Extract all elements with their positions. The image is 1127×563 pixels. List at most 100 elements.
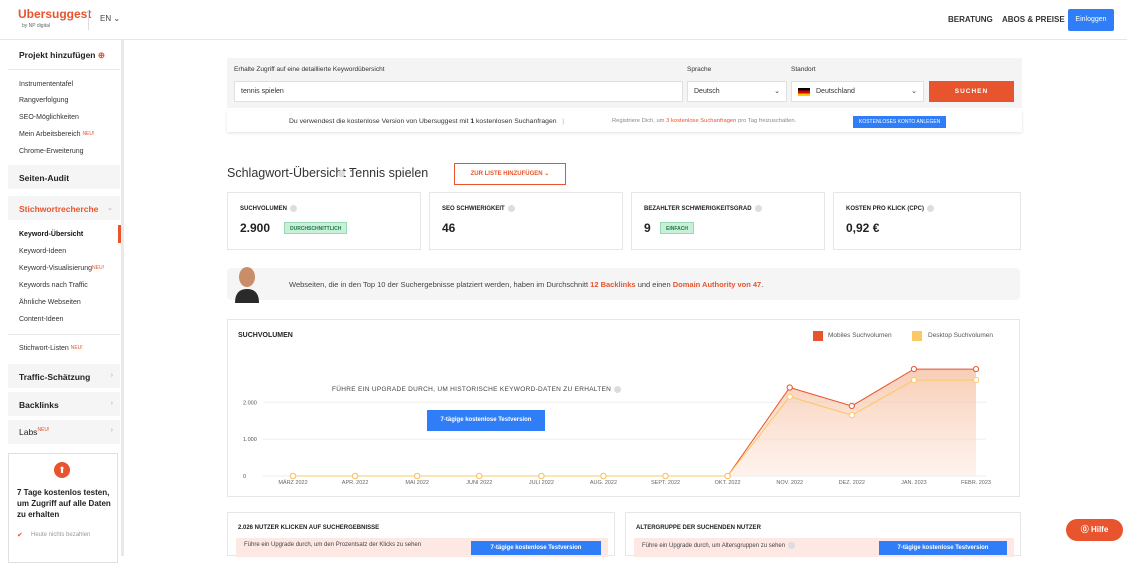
y-tick-label: 0 (243, 474, 246, 480)
location-value: Deutschland (816, 88, 855, 95)
page-title: Schlagwort-Übersicht : (227, 166, 353, 180)
data-point (910, 377, 918, 384)
sidebar-item-keyword-overview[interactable]: Keyword-Übersicht (19, 231, 83, 238)
metric-label: BEZAHLTER SCHWIERIGKEITSGRAD (644, 205, 762, 212)
sidebar-labs-label[interactable]: LabsNEU! (19, 427, 49, 437)
sidebar-item-keyword-visualization[interactable]: Keyword-VisualisierungNEU! (19, 265, 104, 272)
sidebar-item-workspace[interactable]: Mein Arbeitsbereich NEU! (19, 131, 94, 138)
plus-circle-icon[interactable]: ⊕ (98, 50, 105, 60)
help-button[interactable]: ⓪ Hilfe (1066, 519, 1123, 541)
search-panel: Erhalte Zugriff auf eine detaillierte Ke… (227, 58, 1022, 108)
language-label: Sprache (687, 66, 712, 73)
nav-abos-preise[interactable]: ABOS & PREISE (1002, 15, 1065, 24)
language-selector[interactable]: EN ⌄ (100, 14, 120, 23)
info-icon[interactable] (927, 205, 934, 212)
sidebar-item-rank-tracking[interactable]: Rangverfolgung (19, 97, 68, 104)
y-tick-label: 1.000 (243, 437, 257, 443)
data-point (351, 472, 359, 480)
upgrade-box[interactable]: ⬆ 7 Tage kostenlos testen, um Zugriff au… (8, 453, 118, 563)
metric-label: SUCHVOLUMEN (240, 205, 298, 212)
upgrade-note: Heute nichts bezahlen (31, 532, 91, 538)
sidebar-item-dashboard[interactable]: Instrumententafel (19, 81, 73, 88)
location-label: Standort (791, 66, 816, 73)
notice-register-text: Registriere Dich, um 3 kostenlose Suchan… (612, 118, 797, 124)
search-button[interactable]: SUCHEN (929, 81, 1014, 102)
add-to-list-button[interactable]: ZUR LISTE HINZUFÜGEN ⌄ (454, 163, 566, 185)
sidebar-item-seo-opportunities[interactable]: SEO-Möglichkeiten (19, 114, 79, 121)
new-badge: NEU! (82, 131, 95, 137)
info-icon[interactable] (614, 386, 622, 393)
chevron-down-icon[interactable]: ⌄ (107, 204, 113, 212)
sidebar-keyword-research-label[interactable]: Stichwortrecherche (19, 204, 98, 214)
language-select[interactable]: Deutsch ⌄ (687, 81, 787, 102)
age-upgrade-message: Führe ein Upgrade durch, um Altersgruppe… (642, 542, 796, 549)
location-select[interactable]: Deutschland ⌄ (791, 81, 924, 102)
trial-button[interactable]: 7-tägige kostenlose Testversion (879, 541, 1007, 555)
data-point (848, 412, 855, 419)
logo[interactable]: Ubersuggest (18, 7, 91, 21)
sidebar-item-keyword-lists[interactable]: Stichwort-Listen NEU! (19, 345, 83, 352)
keyword-input[interactable]: tennis spielen (234, 81, 683, 102)
new-badge: NEU! (70, 345, 83, 351)
data-point (476, 472, 483, 480)
new-badge: NEU! (92, 265, 104, 271)
nav-beratung[interactable]: BERATUNG (948, 15, 993, 24)
data-point (972, 377, 980, 384)
metric-value: 0,92 € (846, 221, 880, 235)
y-tick-label: 2.000 (243, 400, 257, 406)
trial-button[interactable]: 7-tägige kostenlose Testversion (471, 541, 601, 555)
sidebar-site-audit-label[interactable]: Seiten-Audit (19, 173, 69, 183)
data-point (600, 472, 607, 480)
sidebar-traffic-label[interactable]: Traffic-Schätzung (19, 372, 90, 382)
trial-button[interactable]: 7-tägige kostenlose Testversion (427, 410, 545, 431)
metric-value: 9 (644, 221, 651, 235)
x-tick-label: APR. 2022 (342, 480, 369, 486)
data-point (724, 472, 731, 480)
x-tick-label: AUG. 2022 (590, 480, 617, 486)
sidebar-backlinks-label[interactable]: Backlinks (19, 400, 59, 410)
sidebar-item-keywords-by-traffic[interactable]: Keywords nach Traffic (19, 282, 88, 289)
arrow-up-icon: ⬆ (54, 462, 70, 478)
search-label: Erhalte Zugriff auf eine detaillierte Ke… (234, 66, 385, 73)
metric-card-search-volume: SUCHVOLUMEN 2.900 DURCHSCHNITTLICH (227, 192, 421, 250)
new-badge: NEU! (37, 427, 50, 433)
chevron-right-icon[interactable]: › (111, 400, 113, 407)
status-badge: DURCHSCHNITTLICH (284, 222, 348, 234)
sidebar-item-content-ideas[interactable]: Content-Ideen (19, 316, 63, 323)
x-tick-label: FEBR. 2023 (961, 480, 991, 486)
logo-subtitle: by NP digital (22, 23, 50, 29)
sidebar-item-keyword-ideas[interactable]: Keyword-Ideen (19, 248, 66, 255)
chevron-right-icon[interactable]: › (111, 372, 113, 379)
sidebar-item-chrome-extension[interactable]: Chrome-Erweiterung (19, 148, 84, 155)
info-icon[interactable] (507, 205, 515, 212)
sidebar-item-similar-websites[interactable]: Ähnliche Webseiten (19, 299, 81, 306)
info-icon[interactable] (754, 205, 762, 212)
x-tick-label: MÄRZ 2022 (278, 479, 307, 486)
clicks-panel: 2.026 NUTZER KLICKEN AUF SUCHERGEBNISSE … (227, 512, 615, 557)
notice-text: Du verwendest die kostenlose Version von… (289, 118, 564, 125)
x-tick-label: JULI 2022 (529, 480, 554, 486)
status-badge: EINFACH (660, 222, 694, 234)
x-tick-label: OKT. 2022 (715, 480, 741, 486)
x-tick-label: JAN. 2023 (901, 480, 927, 486)
upgrade-text: 7 Tage kostenlos testen, um Zugriff auf … (17, 488, 111, 519)
clicks-upgrade-message: Führe ein Upgrade durch, um den Prozents… (244, 542, 422, 548)
info-icon[interactable] (788, 542, 796, 549)
check-icon: ✔ (17, 532, 23, 539)
chart-upgrade-message: FÜHRE EIN UPGRADE DURCH, UM HISTORISCHE … (332, 386, 622, 393)
login-button[interactable]: Einloggen (1068, 9, 1114, 31)
metric-card-seo-difficulty: SEO SCHWIERIGKEIT 46 (429, 192, 623, 250)
clicks-title: 2.026 NUTZER KLICKEN AUF SUCHERGEBNISSE (238, 525, 380, 531)
avatar (235, 267, 259, 303)
chevron-right-icon[interactable]: › (111, 427, 113, 434)
backlinks-text: Webseiten, die in den Top 10 der Sucherg… (289, 280, 764, 289)
create-account-button[interactable]: KOSTENLOSES KONTO ANLEGEN (853, 116, 947, 128)
chevron-down-icon: ⌄ (774, 88, 780, 95)
age-group-panel: ALTERGRUPPE DER SUCHENDEN NUTZER Führe e… (625, 512, 1021, 557)
info-icon[interactable] (290, 205, 298, 212)
data-point (786, 393, 793, 400)
add-project[interactable]: Projekt hinzufügen ⊕ (19, 50, 105, 61)
x-tick-label: MAI 2022 (405, 480, 429, 486)
keyword-title: Tennis spielen (338, 166, 428, 180)
data-point (972, 365, 980, 373)
